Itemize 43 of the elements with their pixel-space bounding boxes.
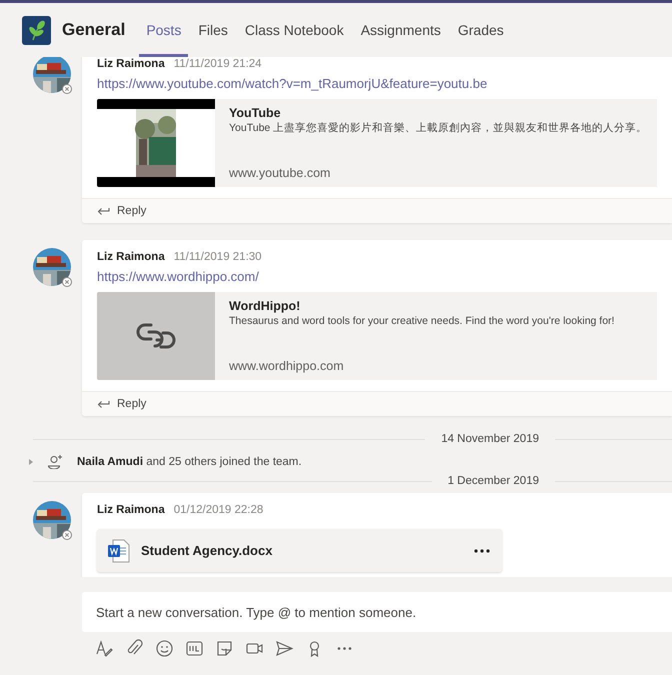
link[interactable]: https://www.youtube.com/watch?v=m_tRaumorjU&feature=youtu.be bbox=[97, 75, 657, 93]
format-icon[interactable] bbox=[95, 638, 114, 658]
preview-domain: www.youtube.com bbox=[229, 165, 332, 181]
message-input-field[interactable]: Start a new conversation. Type @ to mention someone. bbox=[82, 592, 672, 632]
emoji-icon[interactable] bbox=[155, 638, 174, 658]
preview-description: Thesaurus and word tools for your creative needs. Find the word you're looking for! bbox=[229, 314, 614, 328]
tab[interactable]: Class Notebook bbox=[238, 3, 351, 57]
reply-button[interactable]: Reply bbox=[82, 198, 672, 223]
timestamp: 01/12/2019 22:28 bbox=[174, 503, 264, 518]
date-divider-label: 1 December 2019 bbox=[446, 475, 540, 487]
link-preview-card[interactable]: YouTube YouTube 上盡享您喜愛的影片和音樂、上載原創內容，並與親友和世界各地的人分享。 www.youtube.com bbox=[97, 99, 657, 187]
file-card[interactable]: Student Agency.docx bbox=[97, 529, 502, 572]
author-name: Liz Raimona bbox=[97, 57, 165, 72]
preview-title: WordHippo! bbox=[229, 298, 302, 314]
status-icon bbox=[62, 277, 72, 287]
author-name: Liz Raimona bbox=[97, 503, 165, 518]
more-options-icon[interactable] bbox=[474, 548, 490, 552]
system-message: Naila Amudi and 25 others joined the team. bbox=[77, 456, 302, 468]
tab[interactable]: Files bbox=[191, 3, 235, 57]
tab[interactable]: Assignments bbox=[354, 3, 448, 57]
link[interactable]: https://www.wordhippo.com/ bbox=[97, 268, 657, 286]
reply-arrow-icon bbox=[97, 400, 110, 408]
send-icon[interactable] bbox=[275, 638, 294, 658]
gif-icon[interactable] bbox=[185, 638, 204, 658]
preview-domain: www.wordhippo.com bbox=[229, 358, 345, 374]
link-preview-card[interactable]: WordHippo! Thesaurus and word tools for your creative needs. Find the word you're looking for! www.wordhippo.com bbox=[97, 292, 657, 380]
sticker-icon[interactable] bbox=[215, 638, 234, 658]
preview-description: YouTube 上盡享您喜愛的影片和音樂、上載原創內容，並與親友和世界各地的人分享。 bbox=[229, 121, 648, 135]
timestamp: 11/11/2019 21:30 bbox=[174, 250, 262, 265]
word-document-icon bbox=[108, 538, 130, 562]
date-divider-label: 14 November 2019 bbox=[440, 433, 540, 445]
author-name: Liz Raimona bbox=[97, 250, 165, 265]
tab[interactable]: Grades bbox=[450, 3, 511, 57]
status-icon bbox=[62, 530, 72, 540]
person-add-icon bbox=[47, 455, 63, 469]
reply-arrow-icon bbox=[97, 206, 110, 216]
timestamp: 11/11/2019 21:24 bbox=[174, 57, 262, 72]
status-icon bbox=[62, 84, 72, 94]
team-name: General bbox=[62, 20, 126, 40]
preview-title: YouTube bbox=[229, 105, 282, 121]
file-name: Student Agency.docx bbox=[141, 543, 274, 558]
reply-button[interactable]: Reply bbox=[82, 391, 672, 416]
team-logo-icon bbox=[22, 16, 51, 44]
